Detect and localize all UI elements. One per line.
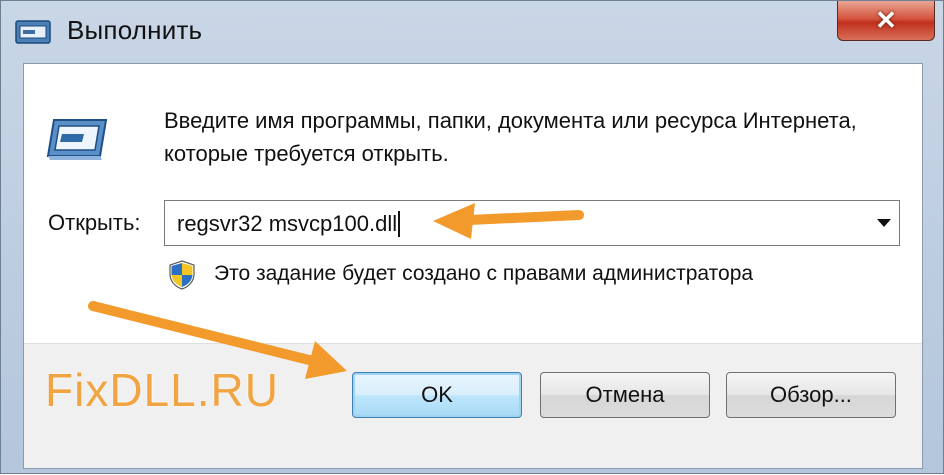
dropdown-arrow-icon[interactable] [877,219,891,227]
title-bar[interactable]: Выполнить ✕ [1,1,943,63]
run-app-icon [15,20,51,44]
run-dialog-window: Выполнить ✕ Введите имя программы, папки… [0,0,944,474]
open-command-input[interactable]: regsvr32 msvcp100.dll [177,211,401,237]
close-button[interactable]: ✕ [837,1,935,41]
instruction-text: Введите имя программы, папки, документа … [164,108,857,166]
watermark-logo: FixDLL.RU [45,364,279,416]
run-icon [46,119,108,160]
open-label: Открыть: [48,210,141,235]
cancel-button[interactable]: Отмена [540,372,710,418]
admin-rights-note: Это задание будет создано с правами адми… [214,262,754,285]
close-icon: ✕ [875,5,897,35]
ok-button[interactable]: OK [352,372,522,418]
window-title: Выполнить [67,15,203,45]
uac-shield-icon [169,260,195,290]
open-command-combobox[interactable]: regsvr32 msvcp100.dll [164,200,900,246]
browse-button[interactable]: Обзор... [726,372,896,418]
